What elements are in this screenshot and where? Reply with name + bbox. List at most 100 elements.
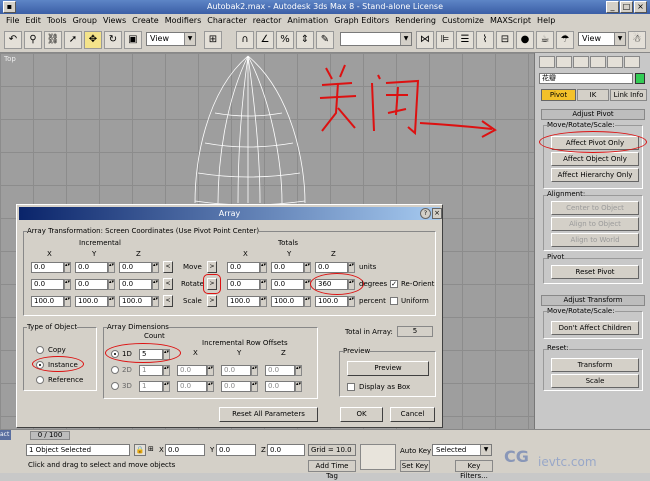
spinner-icon[interactable]: ▴▾	[348, 296, 355, 307]
spinner-icon[interactable]: ▴▾	[251, 381, 258, 392]
select-icon[interactable]: ➚	[64, 31, 82, 49]
key-icon[interactable]	[360, 444, 396, 470]
scale-tot-y[interactable]: 100.0	[271, 296, 304, 307]
scale-inc-y[interactable]: 100.0	[75, 296, 108, 307]
selected-key-combo[interactable]: Selected ▼	[432, 444, 492, 456]
motion-tab-icon[interactable]	[590, 56, 606, 68]
spinner-icon[interactable]: ▴▾	[108, 279, 115, 290]
spinner-icon[interactable]: ▴▾	[152, 262, 159, 273]
render-scene-icon[interactable]: ☕	[536, 31, 554, 49]
select-link-icon[interactable]: ⚲	[24, 31, 42, 49]
add-time-tag-button[interactable]: Add Time Tag	[308, 460, 356, 480]
display-tab-icon[interactable]	[607, 56, 623, 68]
radio-2d[interactable]	[111, 366, 119, 374]
move-arrow-left[interactable]: <	[163, 261, 173, 273]
scale-arrow-right[interactable]: >	[207, 295, 217, 307]
absolute-mode-icon[interactable]: ⊞	[148, 444, 158, 456]
rotate-arrow-left[interactable]: <	[163, 278, 173, 290]
scale-inc-x[interactable]: 100.0	[31, 296, 64, 307]
spinner-icon[interactable]: ▴▾	[348, 262, 355, 273]
offset-3d-y[interactable]: 0.0	[221, 381, 251, 392]
help-icon[interactable]: ?	[420, 208, 431, 219]
offset-3d-x[interactable]: 0.0	[177, 381, 207, 392]
menu-help[interactable]: Help	[537, 16, 555, 25]
tab-pivot[interactable]: Pivot	[541, 89, 576, 101]
spinner-icon[interactable]: ▴▾	[108, 262, 115, 273]
spinner-icon[interactable]: ▴▾	[64, 279, 71, 290]
menu-edit[interactable]: Edit	[25, 16, 41, 25]
move-arrow-right[interactable]: >	[207, 261, 217, 273]
scale-icon[interactable]: ▣	[124, 31, 142, 49]
scale-inc-z[interactable]: 100.0	[119, 296, 152, 307]
move-tot-x[interactable]: 0.0	[227, 262, 260, 273]
menu-modifiers[interactable]: Modifiers	[165, 16, 202, 25]
uniform-checkbox[interactable]	[390, 297, 398, 305]
time-slider[interactable]: 0 / 100	[30, 431, 70, 440]
offset-3d-z[interactable]: 0.0	[265, 381, 295, 392]
auto-key-label[interactable]: Auto Key	[400, 447, 431, 455]
spinner-icon[interactable]: ▴▾	[152, 296, 159, 307]
center-to-object-button[interactable]: Center to Object	[551, 201, 639, 215]
scale-arrow-left[interactable]: <	[163, 295, 173, 307]
spinner-icon[interactable]: ▴▾	[260, 296, 267, 307]
mirror-icon[interactable]: ⋈	[416, 31, 434, 49]
spinner-icon[interactable]: ▴▾	[260, 279, 267, 290]
radio-copy[interactable]	[36, 346, 44, 354]
quick-render-icon[interactable]: ☂	[556, 31, 574, 49]
reset-all-parameters-button[interactable]: Reset All Parameters	[219, 407, 318, 422]
menu-character[interactable]: Character	[207, 16, 247, 25]
menu-file[interactable]: File	[6, 16, 19, 25]
radio-reference[interactable]	[36, 376, 44, 384]
rotate-inc-z[interactable]: 0.0	[119, 279, 152, 290]
menu-group[interactable]: Group	[73, 16, 97, 25]
reset-scale-button[interactable]: Scale	[551, 374, 639, 388]
align-icon[interactable]: ⊫	[436, 31, 454, 49]
spinner-icon[interactable]: ▴▾	[64, 296, 71, 307]
rotate-tot-x[interactable]: 0.0	[227, 279, 260, 290]
spinner-icon[interactable]: ▴▾	[260, 262, 267, 273]
rollout-adjust-pivot[interactable]: Adjust Pivot	[541, 109, 645, 120]
reset-transform-button[interactable]: Transform	[551, 358, 639, 372]
cancel-button[interactable]: Cancel	[390, 407, 435, 422]
rotate-icon[interactable]: ↻	[104, 31, 122, 49]
menu-customize[interactable]: Customize	[442, 16, 484, 25]
percent-snap-icon[interactable]: %	[276, 31, 294, 49]
object-name-field[interactable]: 花瓣	[539, 73, 633, 84]
spinner-icon[interactable]: ▴▾	[207, 365, 214, 376]
modify-tab-icon[interactable]	[556, 56, 572, 68]
align-to-object-button[interactable]: Align to Object	[551, 217, 639, 231]
re-orient-checkbox[interactable]: ✓	[390, 280, 398, 288]
minimize-button[interactable]: _	[606, 1, 619, 13]
unlink-icon[interactable]: ⛓	[44, 31, 62, 49]
angle-snap-icon[interactable]: ∠	[256, 31, 274, 49]
menu-rendering[interactable]: Rendering	[395, 16, 436, 25]
align-to-world-button[interactable]: Align to World	[551, 233, 639, 247]
dont-affect-children-button[interactable]: Don't Affect Children	[551, 321, 639, 335]
utilities-tab-icon[interactable]	[624, 56, 640, 68]
menu-views[interactable]: Views	[103, 16, 126, 25]
undo-icon[interactable]: ↶	[4, 31, 22, 49]
z-coordinate-field[interactable]: 0.0	[267, 444, 305, 456]
menu-animation[interactable]: Animation	[287, 16, 328, 25]
x-coordinate-field[interactable]: 0.0	[165, 444, 205, 456]
material-editor-icon[interactable]: ●	[516, 31, 534, 49]
app-icon[interactable]: ▪	[3, 1, 16, 13]
pivot-center-icon[interactable]: ⊞	[204, 31, 222, 49]
menu-maxscript[interactable]: MAXScript	[490, 16, 531, 25]
spinner-icon[interactable]: ▴▾	[108, 296, 115, 307]
move-tot-z[interactable]: 0.0	[315, 262, 348, 273]
rollout-adjust-transform[interactable]: Adjust Transform	[541, 295, 645, 306]
layer-icon[interactable]: ☰	[456, 31, 474, 49]
render-last-icon[interactable]: ☃	[628, 31, 646, 49]
offset-2d-z[interactable]: 0.0	[265, 365, 295, 376]
render-type-combo[interactable]: View ▼	[578, 32, 626, 46]
rotate-inc-y[interactable]: 0.0	[75, 279, 108, 290]
menu-create[interactable]: Create	[132, 16, 159, 25]
spinner-icon[interactable]: ▴▾	[295, 365, 302, 376]
offset-2d-x[interactable]: 0.0	[177, 365, 207, 376]
affect-object-only-button[interactable]: Affect Object Only	[551, 152, 639, 166]
close-button[interactable]: ×	[634, 1, 647, 13]
scale-tot-x[interactable]: 100.0	[227, 296, 260, 307]
spinner-icon[interactable]: ▴▾	[304, 296, 311, 307]
reference-coordinate-combo[interactable]: View ▼	[146, 32, 196, 46]
